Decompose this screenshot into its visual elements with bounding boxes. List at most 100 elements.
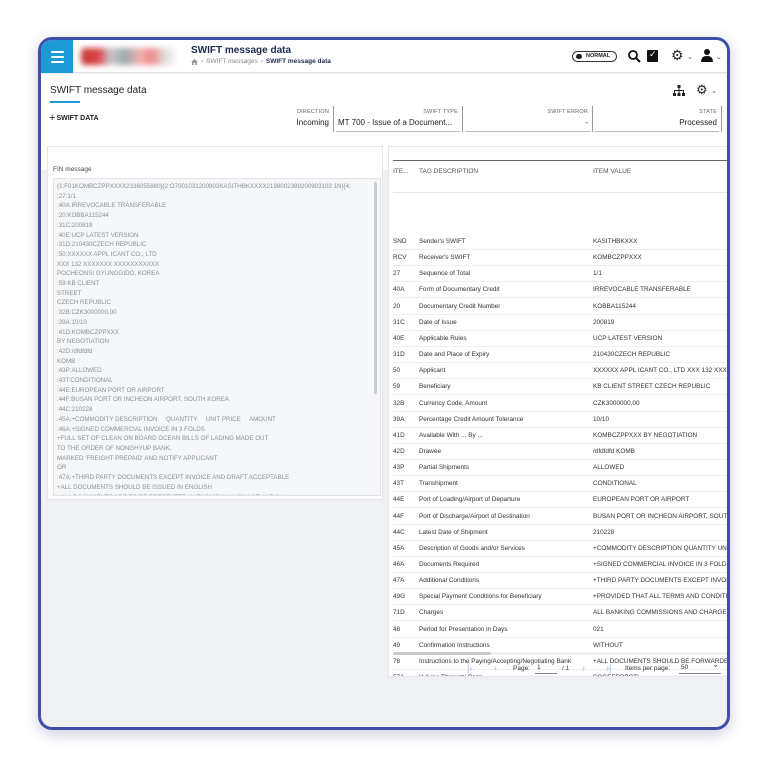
chevron-down-icon[interactable]: ⌄ [711,87,717,95]
clipboard-check-icon[interactable] [647,49,658,62]
breadcrumb-swift-messages[interactable]: SWIFT messages [206,58,258,65]
previous-page-icon[interactable]: ‹ [494,664,497,673]
fin-message-line: :46A:+SIGNED COMMERCIAL INVOICE IN 3 FOL… [57,425,205,433]
fin-message-line: TO THE ORDER OF NONGHYUP BANK, [57,444,172,452]
cell-tag: 20 [393,302,401,310]
title-block: SWIFT message data › SWIFT messages › SW… [191,45,331,65]
cell-tag: 41D [393,431,405,439]
app-window: SWIFT message data › SWIFT messages › SW… [38,37,730,730]
tag-table-panel: ITE... TAG DESCRIPTION ITEM VALUE SND Sen… [388,146,727,677]
cell-item-value: CONDITIONAL [593,480,637,488]
table-row[interactable]: RCV Receiver's SWIFT KOMBCZPPXXX [393,250,727,267]
cell-item-value: +THIRD PARTY DOCUMENTS EXCEPT INVOICE AN… [593,577,727,585]
table-row[interactable]: 44F Port of Discharge/Airport of Destinat… [393,509,727,525]
hierarchy-icon[interactable] [673,85,685,97]
cell-tag: 45A [393,544,405,552]
items-per-page-select[interactable]: 50 [679,660,721,674]
cell-item-value: UCP LATEST VERSION [593,334,663,342]
column-header-item-value[interactable]: ITEM VALUE [593,168,727,175]
fin-message-line: +FULL SET OF CLEAN ON BOARD OCEAN BILLS … [57,435,269,443]
table-row[interactable]: 31C Date of Issue 200819 [393,315,727,331]
cell-tag: 31C [393,318,405,326]
fin-message-line: :44F:BUSAN PORT OR INCHEON AIRPORT, SOUT… [57,396,229,404]
cell-item-value: XXXXXX APPL ICANT CO., LTD XXX 132 XXXXX… [593,367,727,375]
table-row[interactable]: 43P Partial Shipments ALLOWED [393,460,727,477]
fin-message-line: POCHEONSI GYUNGGIDO, KOREA [57,270,160,278]
table-row[interactable]: 32B Currency Code, Amount CZK3000000,00 [393,396,727,412]
add-swift-data-button[interactable]: +SWIFT DATA [49,111,99,124]
fin-message-line: :43P:ALLOWED [57,367,102,375]
cell-item-value: 210430CZECH REPUBLIC [593,351,671,359]
fin-message-line: +ALL DOCUMENTS SHOULD BE ISSUED IN ENGLI… [57,483,213,491]
breadcrumb-current: SWIFT message data [265,58,331,65]
cell-tag-description: Special Payment Conditions for Beneficia… [419,593,542,601]
menu-icon[interactable] [41,40,73,73]
table-row[interactable]: 20 Documentary Credit Number KOBBA115244 [393,299,727,315]
cell-tag: 48 [393,625,401,633]
top-bar: SWIFT message data › SWIFT messages › SW… [41,40,727,73]
cell-tag-description: Latest Date of Shipment [419,528,488,536]
last-page-icon[interactable]: ›| [606,664,611,673]
chevron-down-icon[interactable]: ⌄ [716,53,722,61]
cell-tag: 44F [393,512,405,520]
table-row[interactable]: 40A Form of Documentary Credit IRREVOCABLE… [393,282,727,299]
table-row[interactable]: 48 Period for Presentation in Days 021 [393,622,727,638]
user-icon[interactable] [700,49,714,63]
fin-message-textarea[interactable]: {1:F01KOMBCZPPXXXX2336055880}{2:O7001031… [53,178,381,496]
table-row[interactable]: 27 Sequence of Total 1/1 [393,266,727,283]
cell-tag: 49G [393,593,406,601]
home-icon[interactable] [191,58,198,65]
cell-tag-description: Charges [419,609,444,617]
filter-direction[interactable]: DIRECTION Incoming [251,109,329,133]
horizontal-scrollbar[interactable] [393,652,491,655]
table-row[interactable]: 42D Drawee/dfdfdfd KOMB [393,444,727,460]
table-row[interactable]: 47A Additional Conditions +THIRD PARTY DOC… [393,573,727,590]
table-row[interactable]: 50 Applicant XXXXXX APPL ICANT CO., LTD XX… [393,363,727,380]
cell-tag: 32B [393,399,405,407]
table-row[interactable]: 44C Latest Date of Shipment 210228 [393,525,727,541]
table-top-border [393,160,727,161]
table-row[interactable]: 44E Port of Loading/Airport of Departure E… [393,492,727,509]
filter-swift-type[interactable]: SWIFT TYPE MT 700 - Issue of a Document.… [338,109,458,133]
cell-item-value: +COMMODITY DESCRIPTION QUANTITY UNIT PRI… [593,544,727,552]
filter-value: MT 700 - Issue of a Document... [338,118,453,127]
table-row[interactable]: 40E Applicable Rules UCP LATEST VERSION [393,331,727,347]
table-row[interactable]: 41D Available With ... By ... KOMBCZPPXXX … [393,428,727,444]
table-row[interactable]: 43T Transhipment CONDITIONAL [393,476,727,493]
column-header-item[interactable]: ITE... [393,168,417,175]
chevron-down-icon[interactable]: ⌄ [687,53,693,61]
cell-item-value: KB CLIENT STREET CZECH REPUBLIC [593,383,711,391]
gear-icon[interactable]: ⚙ [671,47,684,64]
cell-item-value: BUSAN PORT OR INCHEON AIRPORT, SOUTH KOR… [593,512,727,520]
table-row[interactable]: 59 Beneficiary KB CLIENT STREET CZECH REPU… [393,379,727,396]
cell-tag-description: Applicable Rules [419,334,467,342]
filter-value: Incoming [296,118,329,127]
filter-state[interactable]: STATE Processed [597,109,717,133]
next-page-icon[interactable]: › [582,664,585,673]
table-row[interactable]: 71D Charges ALL BANKING COMMISSIONS AND CH… [393,605,727,622]
filter-swift-error[interactable]: SWIFT ERROR - [468,109,588,133]
cell-tag: 40E [393,334,405,342]
vertical-scrollbar[interactable] [374,182,377,394]
column-header-tag-description[interactable]: TAG DESCRIPTION [419,168,593,175]
table-row[interactable]: 45A Description of Goods and/or Services +… [393,541,727,557]
table-row[interactable]: 49G Special Payment Conditions for Benefi… [393,589,727,606]
cell-tag: 44C [393,528,405,536]
search-icon[interactable] [628,50,641,63]
first-page-icon[interactable]: |‹ [467,664,472,673]
filter-underline [466,131,590,132]
settings-gear-icon[interactable]: ⚙ [696,82,708,98]
mode-toggle[interactable]: NORMAL [572,51,618,62]
table-row[interactable]: 31D Date and Place of Expiry 210430CZECH R… [393,347,727,364]
company-logo [81,48,179,65]
cell-tag-description: Drawee [419,447,442,455]
cell-tag-description: Beneficiary [419,383,451,391]
page-number-input[interactable]: 1 [535,662,557,674]
breadcrumb-separator: › [201,58,204,65]
cell-item-value: CZK3000000,00 [593,399,640,407]
table-row[interactable]: 39A Percentage Credit Amount Tolerance 10/… [393,412,727,428]
table-row[interactable]: SND Sender's SWIFT KASITHBKXXX [393,234,727,250]
cell-tag-description: Date of Issue [419,318,457,326]
table-row[interactable]: 46A Documents Required +SIGNED COMMERCIAL … [393,557,727,573]
cell-tag-description: Form of Documentary Credit [419,286,500,294]
